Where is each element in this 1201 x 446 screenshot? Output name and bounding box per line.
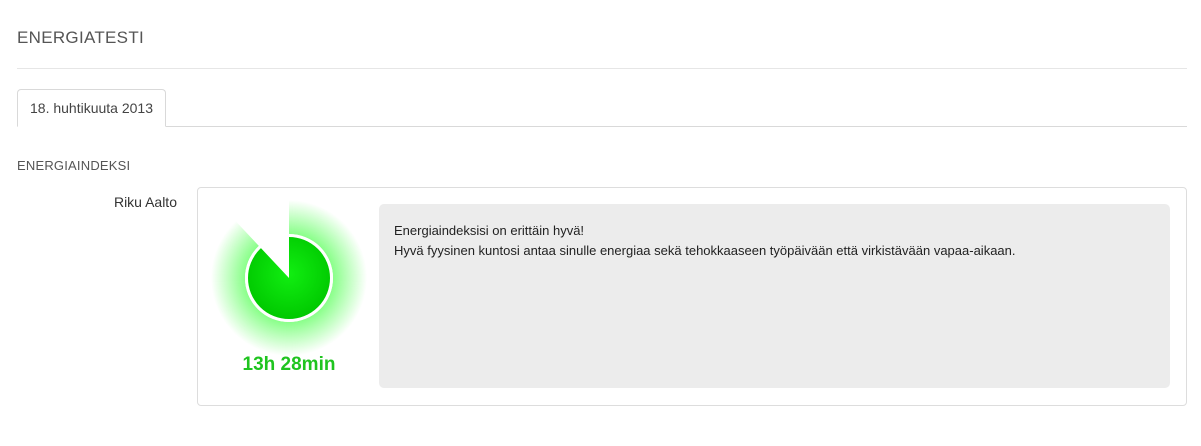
message-line-1: Energiaindeksisi on erittäin hyvä! [394,223,585,238]
gauge-svg [211,200,367,356]
energy-gauge: 13h 28min [198,188,378,405]
section-title: ENERGIAINDEKSI [17,158,131,173]
tab-bar-line [17,126,1187,127]
time-label: 13h 28min [242,354,336,375]
result-card: 13h 28min Energiaindeksisi on erittäin h… [197,187,1187,406]
message-line-2: Hyvä fyysinen kuntosi antaa sinulle ener… [394,243,1016,258]
person-name: Riku Aalto [113,194,177,210]
page-title: ENERGIATESTI [17,28,145,47]
tab-date[interactable]: 18. huhtikuuta 2013 [17,89,166,127]
tab-date-label: 18. huhtikuuta 2013 [30,100,153,116]
message-box: Energiaindeksisi on erittäin hyvä! Hyvä … [379,204,1170,388]
title-divider [17,68,1187,69]
